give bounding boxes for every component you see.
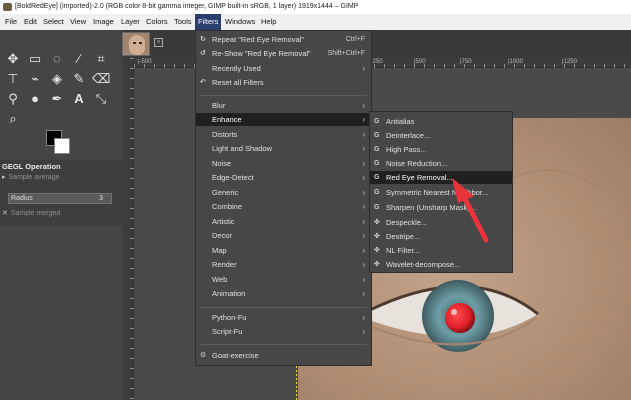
- pointer-arrow-annotation: [452, 178, 489, 243]
